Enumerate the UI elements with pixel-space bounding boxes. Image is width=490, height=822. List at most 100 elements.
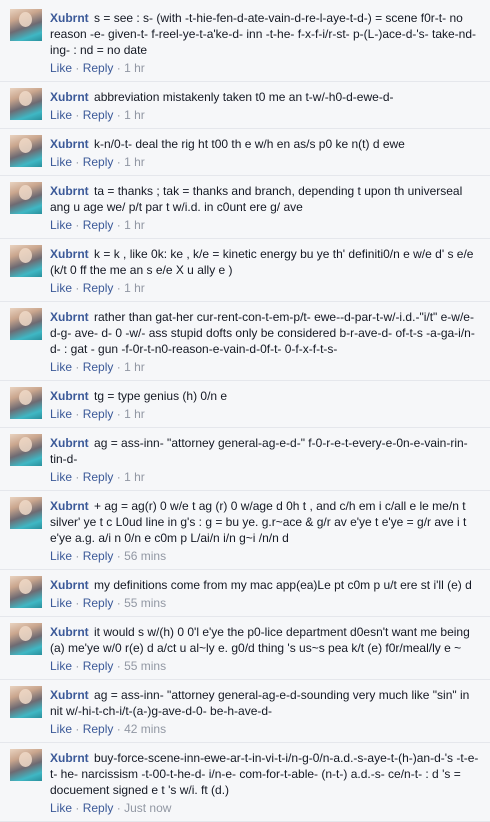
reply-link[interactable]: Reply: [83, 470, 114, 484]
timestamp[interactable]: 1 hr: [124, 470, 145, 484]
comment-body: Xubrnt abbreviation mistakenly taken t0 …: [50, 82, 482, 128]
comment-text-block: Xubrnt it would s w/(h) 0 0'l e'ye the p…: [50, 624, 482, 656]
comment-body: Xubrnt buy-force-scene-inn-ewe-ar-t-in-v…: [50, 743, 482, 821]
avatar[interactable]: [10, 135, 42, 167]
timestamp[interactable]: 56 mins: [124, 549, 166, 563]
timestamp[interactable]: 42 mins: [124, 722, 166, 736]
comment-body: Xubrnt rather than gat-her cur-rent-con-…: [50, 302, 482, 380]
comment-text: s = see : s- (with -t-hie-fen-d-ate-vain…: [50, 11, 476, 57]
separator: ·: [116, 155, 121, 169]
comment-actions: Like · Reply · 1 hr: [50, 58, 482, 81]
avatar[interactable]: [10, 497, 42, 529]
comment-text-block: Xubrnt ag = ass-inn- "attorney general-a…: [50, 687, 482, 719]
comment-actions: Like · Reply · 1 hr: [50, 357, 482, 380]
comment-body: Xubrnt ag = ass-inn- "attorney general-a…: [50, 428, 482, 490]
like-link[interactable]: Like: [50, 659, 72, 673]
author-name[interactable]: Xubrnt: [50, 578, 89, 592]
author-name[interactable]: Xubrnt: [50, 688, 89, 702]
comment-actions: Like · Reply · 1 hr: [50, 404, 482, 427]
timestamp[interactable]: 1 hr: [124, 360, 145, 374]
avatar[interactable]: [10, 686, 42, 718]
timestamp[interactable]: 1 hr: [124, 407, 145, 421]
reply-link[interactable]: Reply: [83, 596, 114, 610]
author-name[interactable]: Xubrnt: [50, 247, 89, 261]
like-link[interactable]: Like: [50, 470, 72, 484]
separator: ·: [116, 360, 121, 374]
comment-actions: Like · Reply · 1 hr: [50, 467, 482, 490]
like-link[interactable]: Like: [50, 281, 72, 295]
comment-text-block: Xubrnt ag = ass-inn- "attorney general-a…: [50, 435, 482, 467]
comment: Xubrnt it would s w/(h) 0 0'l e'ye the p…: [0, 617, 490, 680]
timestamp[interactable]: Just now: [124, 801, 171, 815]
reply-link[interactable]: Reply: [83, 549, 114, 563]
timestamp[interactable]: 1 hr: [124, 61, 145, 75]
like-link[interactable]: Like: [50, 218, 72, 232]
comment-text: my definitions come from my mac app(ea)L…: [94, 578, 472, 592]
avatar[interactable]: [10, 749, 42, 781]
comment-text: rather than gat-her cur-rent-con-t-em-p/…: [50, 310, 475, 356]
author-name[interactable]: Xubrnt: [50, 90, 89, 104]
author-name[interactable]: Xubrnt: [50, 625, 89, 639]
reply-link[interactable]: Reply: [83, 407, 114, 421]
author-name[interactable]: Xubrnt: [50, 436, 89, 450]
avatar[interactable]: [10, 387, 42, 419]
reply-link[interactable]: Reply: [83, 281, 114, 295]
comment-actions: Like · Reply · 42 mins: [50, 719, 482, 742]
reply-link[interactable]: Reply: [83, 722, 114, 736]
author-name[interactable]: Xubrnt: [50, 137, 89, 151]
comment: Xubrnt ta = thanks ; tak = thanks and br…: [0, 176, 490, 239]
author-name[interactable]: Xubrnt: [50, 499, 89, 513]
avatar[interactable]: [10, 623, 42, 655]
reply-link[interactable]: Reply: [83, 801, 114, 815]
timestamp[interactable]: 1 hr: [124, 155, 145, 169]
timestamp[interactable]: 1 hr: [124, 281, 145, 295]
comment-actions: Like · Reply · 56 mins: [50, 546, 482, 569]
separator: ·: [116, 549, 121, 563]
avatar[interactable]: [10, 9, 42, 41]
comment-text-block: Xubrnt ta = thanks ; tak = thanks and br…: [50, 183, 482, 215]
author-name[interactable]: Xubrnt: [50, 184, 89, 198]
avatar[interactable]: [10, 88, 42, 120]
comment: Xubrnt my definitions come from my mac a…: [0, 570, 490, 617]
timestamp[interactable]: 55 mins: [124, 659, 166, 673]
separator: ·: [116, 218, 121, 232]
reply-link[interactable]: Reply: [83, 659, 114, 673]
avatar[interactable]: [10, 434, 42, 466]
author-name[interactable]: Xubrnt: [50, 310, 89, 324]
timestamp[interactable]: 1 hr: [124, 108, 145, 122]
reply-link[interactable]: Reply: [83, 360, 114, 374]
comment-actions: Like · Reply · 1 hr: [50, 152, 482, 175]
like-link[interactable]: Like: [50, 360, 72, 374]
separator: ·: [116, 281, 121, 295]
reply-link[interactable]: Reply: [83, 61, 114, 75]
like-link[interactable]: Like: [50, 61, 72, 75]
avatar[interactable]: [10, 576, 42, 608]
avatar[interactable]: [10, 182, 42, 214]
comment-body: Xubrnt k = k , like 0k: ke , k/e = kinet…: [50, 239, 482, 301]
separator: ·: [116, 407, 121, 421]
separator: ·: [75, 549, 80, 563]
like-link[interactable]: Like: [50, 155, 72, 169]
like-link[interactable]: Like: [50, 801, 72, 815]
avatar[interactable]: [10, 245, 42, 277]
comment-actions: Like · Reply · 55 mins: [50, 593, 482, 616]
timestamp[interactable]: 55 mins: [124, 596, 166, 610]
author-name[interactable]: Xubrnt: [50, 389, 89, 403]
reply-link[interactable]: Reply: [83, 218, 114, 232]
reply-link[interactable]: Reply: [83, 108, 114, 122]
comment: Xubrnt s = see : s- (with -t-hie-fen-d-a…: [0, 3, 490, 82]
like-link[interactable]: Like: [50, 407, 72, 421]
author-name[interactable]: Xubrnt: [50, 751, 89, 765]
like-link[interactable]: Like: [50, 549, 72, 563]
separator: ·: [116, 722, 121, 736]
like-link[interactable]: Like: [50, 596, 72, 610]
like-link[interactable]: Like: [50, 722, 72, 736]
like-link[interactable]: Like: [50, 108, 72, 122]
comment: Xubrnt ag = ass-inn- "attorney general-a…: [0, 428, 490, 491]
avatar[interactable]: [10, 308, 42, 340]
separator: ·: [116, 659, 121, 673]
reply-link[interactable]: Reply: [83, 155, 114, 169]
comment: Xubrnt ag = ass-inn- "attorney general-a…: [0, 680, 490, 743]
author-name[interactable]: Xubrnt: [50, 11, 89, 25]
timestamp[interactable]: 1 hr: [124, 218, 145, 232]
